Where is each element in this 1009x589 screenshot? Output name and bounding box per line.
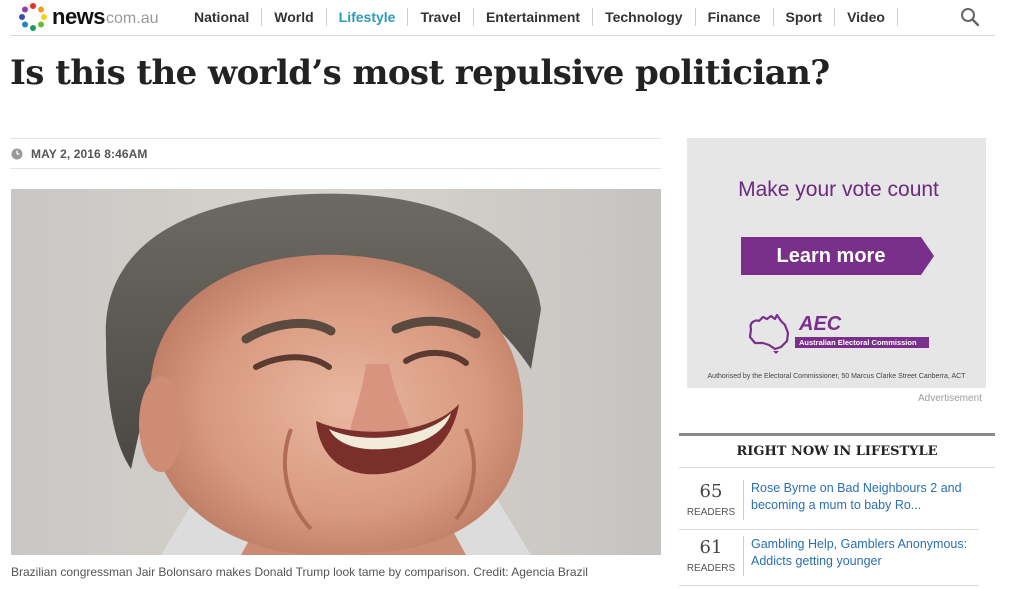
site-header: news com.au National World Lifestyle Tra… <box>0 0 1009 36</box>
search-icon <box>961 8 980 27</box>
logo-dots-icon <box>19 3 47 31</box>
aec-short-name: AEC <box>799 313 842 335</box>
site-logo[interactable]: news com.au <box>18 3 159 31</box>
nav-item-technology[interactable]: Technology <box>593 8 696 26</box>
article-meta: MAY 2, 2016 8:46AM <box>10 138 661 169</box>
reader-count-number: 65 <box>699 481 723 502</box>
right-now-heading: RIGHT NOW IN LIFESTYLE <box>679 436 995 468</box>
main-nav: National World Lifestyle Travel Entertai… <box>182 0 898 34</box>
nav-item-video[interactable]: Video <box>835 8 898 26</box>
nav-item-entertainment[interactable]: Entertainment <box>474 8 594 26</box>
ad-title: Make your vote count <box>738 178 939 201</box>
nav-item-lifestyle[interactable]: Lifestyle <box>327 8 409 26</box>
clock-icon <box>11 148 23 159</box>
ad-authorisation: Authorised by the Electoral Commissioner… <box>707 373 966 380</box>
nav-item-world[interactable]: World <box>262 8 327 26</box>
nav-item-national[interactable]: National <box>182 8 263 26</box>
learn-more-label: Learn more <box>776 245 886 267</box>
item-divider <box>743 536 744 576</box>
advertisement-label: Advertisement <box>918 393 982 404</box>
readers-label: READERS <box>686 563 736 574</box>
publish-date: MAY 2, 2016 8:46AM <box>31 146 148 161</box>
reader-count-number: 61 <box>699 537 723 558</box>
nav-item-finance[interactable]: Finance <box>696 8 774 26</box>
aec-full-name: Australian Electoral Commission <box>795 337 929 348</box>
photo-portrait <box>11 189 661 555</box>
aec-logo: AEC Australian Electoral Commission <box>745 313 935 357</box>
photo-caption: Brazilian congressman Jair Bolonsaro mak… <box>11 565 588 579</box>
reader-count: 65 READERS <box>679 481 743 519</box>
search-button[interactable] <box>958 6 982 28</box>
nav-item-sport[interactable]: Sport <box>774 8 836 26</box>
story-link[interactable]: Gambling Help, Gamblers Anonymous: Addic… <box>751 536 981 570</box>
advertisement[interactable]: Make your vote count Learn more AEC Aust… <box>687 138 986 388</box>
header-divider <box>10 35 995 36</box>
item-divider <box>743 480 744 520</box>
article-photo[interactable] <box>11 189 661 555</box>
right-now-item[interactable]: 61 READERS Gambling Help, Gamblers Anony… <box>679 530 979 586</box>
right-now-item[interactable]: 65 READERS Rose Byrne on Bad Neighbours … <box>679 474 979 530</box>
article-headline: Is this the world’s most repulsive polit… <box>10 53 830 93</box>
nav-item-travel[interactable]: Travel <box>408 8 474 26</box>
reader-count: 61 READERS <box>679 537 743 575</box>
logo-text: news <box>52 4 106 29</box>
australia-map-icon <box>748 313 790 354</box>
learn-more-button[interactable]: Learn more <box>741 237 934 275</box>
logo-domain: com.au <box>106 9 159 27</box>
readers-label: READERS <box>686 507 736 518</box>
story-link[interactable]: Rose Byrne on Bad Neighbours 2 and becom… <box>751 480 981 514</box>
